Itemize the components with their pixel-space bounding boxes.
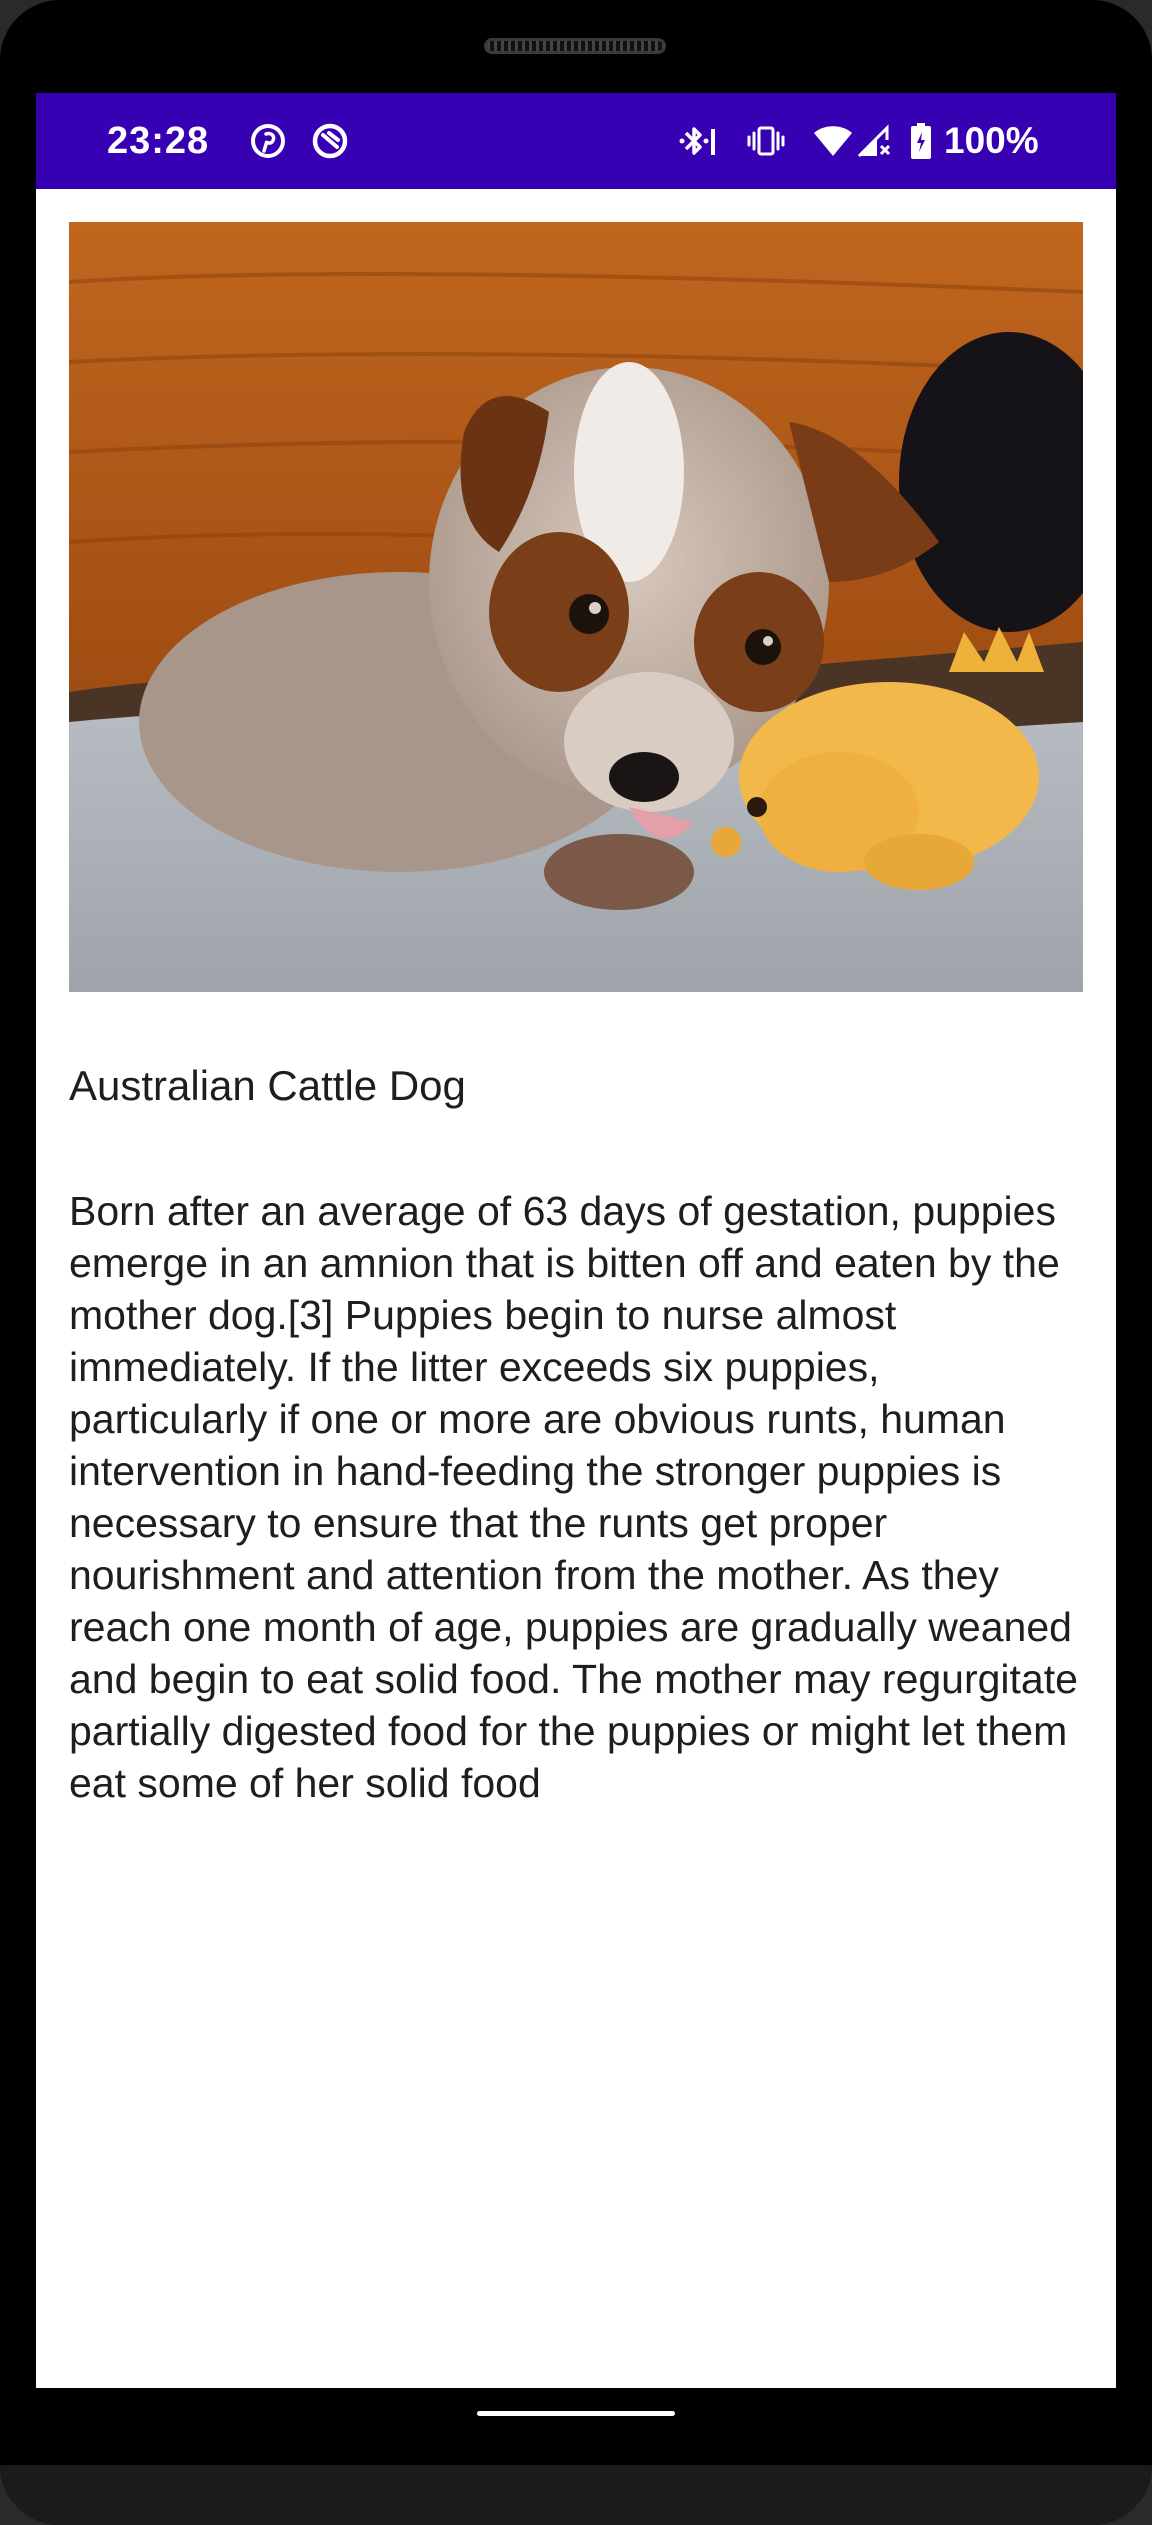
app-screen: 23:28 100% Australian Cattle Dog Born af… [36,93,1116,2388]
device-bottom-edge [0,2465,1152,2525]
puppy-photo [69,222,1083,992]
battery-percentage: 100% [944,120,1039,161]
pinterest-icon [248,117,288,165]
bluetooth-icon [676,117,720,165]
breed-description: Born after an average of 63 days of gest… [69,1188,1078,1806]
status-time: 23:28 [107,120,210,162]
earpiece-speaker [484,38,666,54]
cell-signal-icon [854,117,894,165]
vibrate-icon [744,117,788,165]
phone-device-frame: 23:28 100% Australian Cattle Dog Born af… [0,0,1152,2525]
breed-title: Australian Cattle Dog [69,1062,466,1109]
app-notification-icon [308,117,352,165]
wifi-icon [812,117,854,165]
status-bar: 23:28 100% [36,93,1116,189]
battery-icon [906,117,936,165]
home-gesture-bar[interactable] [477,2411,675,2416]
